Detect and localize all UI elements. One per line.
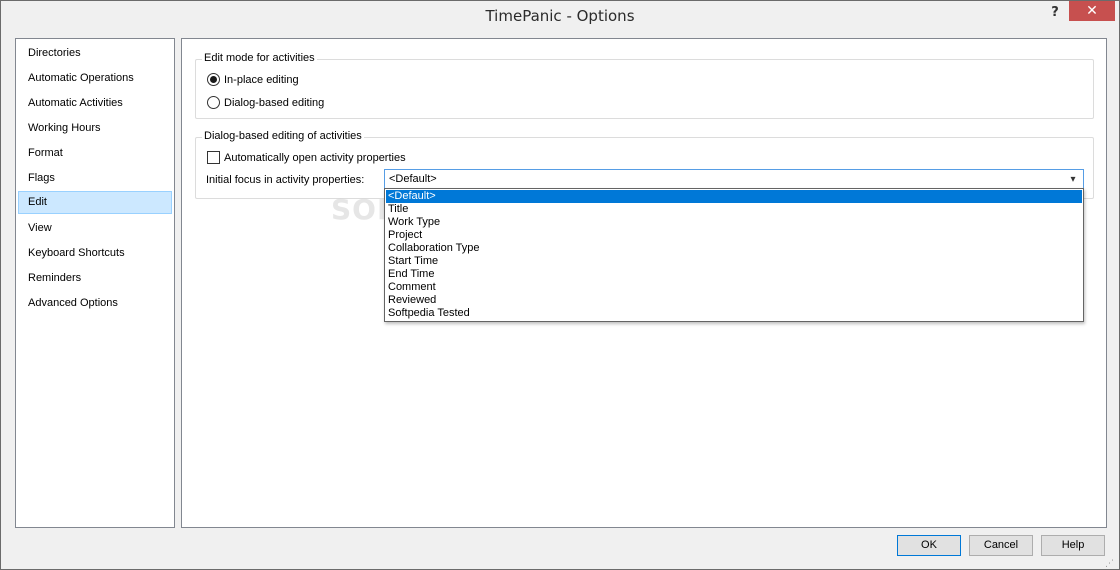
help-icon[interactable]: ? (1045, 4, 1065, 22)
help-button[interactable]: Help (1041, 535, 1105, 556)
dropdown-option[interactable]: End Time (386, 268, 1082, 281)
chevron-down-icon[interactable]: ▾ (1066, 172, 1080, 187)
initial-focus-value: <Default> (389, 173, 437, 185)
dropdown-option[interactable]: Reviewed (386, 294, 1082, 307)
dialog-based-editing-radio[interactable] (207, 96, 220, 109)
nav-item-reminders[interactable]: Reminders (18, 267, 172, 290)
resize-grip-icon[interactable]: ⋰ (1105, 557, 1117, 569)
edit-mode-caption: Edit mode for activities (202, 52, 317, 64)
nav-item-advanced-options[interactable]: Advanced Options (18, 292, 172, 315)
dropdown-option[interactable]: Work Type (386, 216, 1082, 229)
title-bar: TimePanic - Options ? ✕ (1, 1, 1119, 32)
auto-open-properties-option[interactable]: Automatically open activity properties (207, 150, 467, 166)
initial-focus-dropdown-list[interactable]: <Default> Title Work Type Project Collab… (384, 188, 1084, 322)
in-place-editing-option[interactable]: In-place editing (207, 72, 407, 88)
ok-button[interactable]: OK (897, 535, 961, 556)
close-button[interactable]: ✕ (1069, 1, 1115, 21)
auto-open-properties-checkbox[interactable] (207, 151, 220, 164)
nav-item-directories[interactable]: Directories (18, 42, 172, 65)
edit-mode-group: Edit mode for activities In-place editin… (195, 52, 1094, 119)
nav-item-working-hours[interactable]: Working Hours (18, 117, 172, 140)
options-category-list[interactable]: Directories Automatic Operations Automat… (15, 38, 175, 528)
auto-open-properties-label: Automatically open activity properties (224, 152, 406, 164)
dialog-based-editing-option[interactable]: Dialog-based editing (207, 95, 407, 111)
nav-item-view[interactable]: View (18, 217, 172, 240)
nav-item-edit[interactable]: Edit (18, 191, 172, 214)
nav-item-automatic-operations[interactable]: Automatic Operations (18, 67, 172, 90)
window-title: TimePanic - Options (485, 7, 635, 25)
in-place-editing-radio[interactable] (207, 73, 220, 86)
initial-focus-combobox[interactable]: <Default> ▾ (384, 169, 1084, 190)
nav-item-flags[interactable]: Flags (18, 167, 172, 190)
dropdown-option[interactable]: Start Time (386, 255, 1082, 268)
dropdown-option[interactable]: Collaboration Type (386, 242, 1082, 255)
options-window: TimePanic - Options ? ✕ Directories Auto… (0, 0, 1120, 570)
dropdown-option[interactable]: Project (386, 229, 1082, 242)
dropdown-option[interactable]: <Default> (386, 190, 1082, 203)
in-place-editing-label: In-place editing (224, 74, 299, 86)
nav-item-format[interactable]: Format (18, 142, 172, 165)
dialog-based-editing-label: Dialog-based editing (224, 97, 325, 109)
dropdown-option[interactable]: Softpedia Tested (386, 307, 1082, 320)
nav-item-automatic-activities[interactable]: Automatic Activities (18, 92, 172, 115)
initial-focus-label: Initial focus in activity properties: (206, 174, 365, 186)
cancel-button[interactable]: Cancel (969, 535, 1033, 556)
nav-item-keyboard-shortcuts[interactable]: Keyboard Shortcuts (18, 242, 172, 265)
dropdown-option[interactable]: Comment (386, 281, 1082, 294)
dropdown-option[interactable]: Title (386, 203, 1082, 216)
dialog-editing-caption: Dialog-based editing of activities (202, 130, 364, 142)
